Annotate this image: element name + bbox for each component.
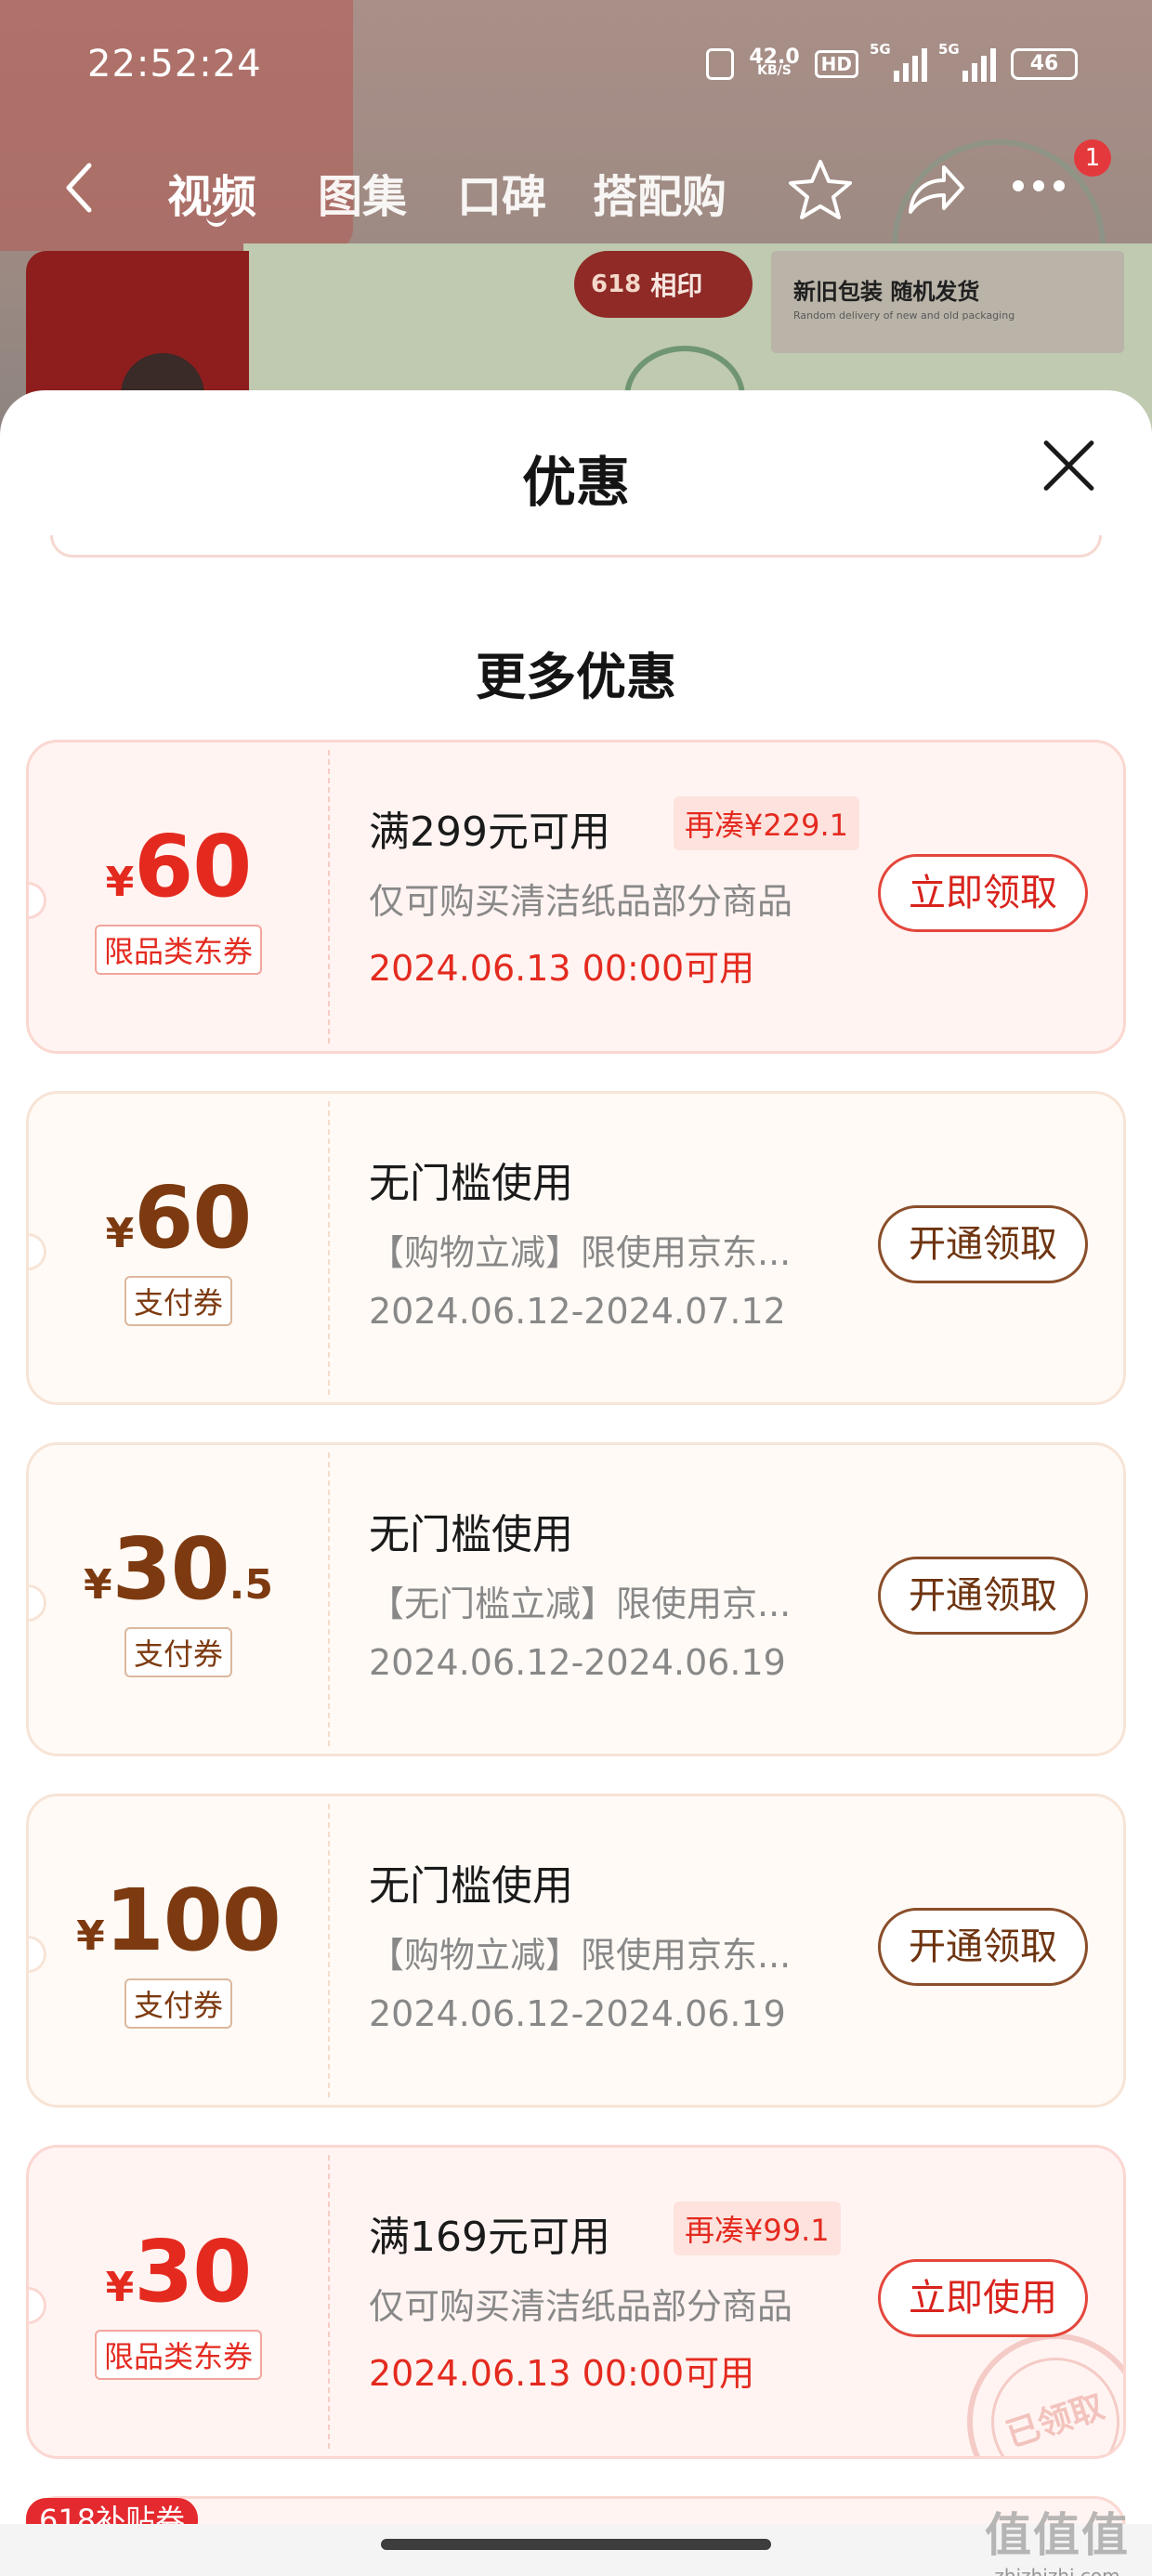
coupon-date: 2024.06.12-2024.06.19 <box>369 1642 786 1683</box>
network-speed: 42.0 KB/S <box>749 46 800 78</box>
coupon-condition: 无门槛使用 <box>369 1862 573 1910</box>
coupon-tag-area: 支付券 <box>29 1094 328 1402</box>
home-gesture-bar[interactable] <box>381 2539 771 2550</box>
coupon-type-tag: 支付券 <box>124 1978 233 2029</box>
activate-claim-button[interactable]: 开通领取 <box>878 1205 1088 1283</box>
coupon-divider <box>328 750 330 1044</box>
coupon-divider <box>328 1804 330 2097</box>
coupon-tag-area: 支付券 <box>29 1445 328 1754</box>
coupon-type-tag: 支付券 <box>124 1276 233 1326</box>
coupon-description: 【购物立减】限使用京东... <box>369 1232 792 1273</box>
coupon-description: 【购物立减】限使用京东... <box>369 1935 792 1976</box>
signal-label: 5G <box>870 41 891 58</box>
coupon-type-tag: 限品类东券 <box>94 925 263 975</box>
coupon-condition: 无门槛使用 <box>369 1160 573 1207</box>
top-nav: 视频 图集 口碑 搭配购 1 <box>0 139 1152 242</box>
signal-icon: 5G <box>870 41 927 82</box>
watermark: 值值值 zhizhizhi.com <box>985 2498 1130 2576</box>
coupon-type-tag: 限品类东券 <box>94 2330 263 2380</box>
coupon-card: 已领取 ¥30 限品类东券 满169元可用 再凑¥99.1 仅可购买清洁纸品部分… <box>26 2145 1126 2459</box>
brand-logo: 618 相印 <box>574 251 753 318</box>
coupon-description: 仅可购买清洁纸品部分商品 <box>369 2286 793 2327</box>
coupon-date: 2024.06.13 00:00可用 <box>369 2353 755 2394</box>
coupon-divider <box>328 1101 330 1395</box>
previous-coupon-edge <box>50 535 1102 558</box>
coupon-condition: 满169元可用 <box>369 2214 610 2261</box>
coupon-card: ¥60 限品类东券 满299元可用 再凑¥229.1 仅可购买清洁纸品部分商品 … <box>26 740 1126 1054</box>
claim-coupon-button[interactable]: 立即领取 <box>878 854 1088 932</box>
coupon-gap-pill: 再凑¥99.1 <box>674 2201 841 2255</box>
packaging-notice-subtitle: Random delivery of new and old packaging <box>793 309 1015 322</box>
status-time: 22:52:24 <box>87 43 262 85</box>
tab-gallery[interactable]: 图集 <box>318 160 407 225</box>
vibrate-icon <box>706 48 735 80</box>
watermark-logo: 值值值 <box>985 2508 1130 2562</box>
back-icon[interactable] <box>58 160 102 216</box>
battery-icon: 46 <box>1011 48 1078 80</box>
coupon-bottom-sheet: 优惠 更多优惠 ¥60 限品类东券 满299元可用 再凑¥229.1 仅可购买清… <box>0 390 1152 2528</box>
coupon-tag-area: 支付券 <box>29 1796 328 2105</box>
signal-icon-2: 5G <box>938 41 996 82</box>
activate-claim-button[interactable]: 开通领取 <box>878 1908 1088 1986</box>
signal-label-2: 5G <box>938 41 960 58</box>
more-icon[interactable] <box>1013 180 1065 191</box>
coupon-condition: 无门槛使用 <box>369 1511 573 1558</box>
coupon-divider <box>328 2155 330 2449</box>
favorite-star-icon[interactable] <box>786 156 855 223</box>
section-title: 更多优惠 <box>476 648 676 706</box>
coupon-date: 2024.06.12-2024.07.12 <box>369 1291 786 1332</box>
network-speed-unit: KB/S <box>757 63 792 78</box>
coupon-type-tag: 支付券 <box>124 1627 233 1677</box>
message-badge: 1 <box>1074 139 1111 177</box>
coupon-condition: 满299元可用 <box>369 808 610 856</box>
coupon-card: ¥100 支付券 无门槛使用 【购物立减】限使用京东... 2024.06.12… <box>26 1794 1126 2108</box>
claimed-stamp-text: 已领取 <box>975 2341 1123 2456</box>
hd-voice-icon: HD <box>814 50 858 78</box>
coupon-tag-area: 限品类东券 <box>29 2148 328 2456</box>
share-icon[interactable] <box>903 160 968 217</box>
tab-bundle[interactable]: 搭配购 <box>593 160 727 225</box>
status-icons: 42.0 KB/S HD 5G 5G 46 <box>706 41 1078 82</box>
coupon-card: ¥30.5 支付券 无门槛使用 【无门槛立减】限使用京... 2024.06.1… <box>26 1442 1126 1756</box>
watermark-domain: zhizhizhi.com <box>994 2565 1120 2576</box>
coupon-date: 2024.06.12-2024.06.19 <box>369 1993 786 2034</box>
coupon-tag-area: 限品类东券 <box>29 743 328 1051</box>
activate-claim-button[interactable]: 开通领取 <box>878 1557 1088 1635</box>
tab-reviews[interactable]: 口碑 <box>457 160 546 225</box>
status-bar: 22:52:24 42.0 KB/S HD 5G 5G 46 <box>0 0 1152 139</box>
use-now-button[interactable]: 立即使用 <box>878 2259 1088 2337</box>
coupon-date: 2024.06.13 00:00可用 <box>369 948 755 989</box>
coupon-card: ¥60 支付券 无门槛使用 【购物立减】限使用京东... 2024.06.12-… <box>26 1091 1126 1405</box>
network-speed-value: 42.0 <box>749 46 800 69</box>
sheet-title: 优惠 <box>521 451 630 514</box>
gesture-bar-area <box>0 2524 1152 2576</box>
close-icon[interactable] <box>1039 435 1100 496</box>
packaging-notice: 新旧包装 随机发货 Random delivery of new and old… <box>771 251 1124 353</box>
brand-name: 相印 <box>650 270 703 301</box>
coupon-gap-pill: 再凑¥229.1 <box>674 796 859 850</box>
coupon-description: 仅可购买清洁纸品部分商品 <box>369 881 793 922</box>
coupon-description: 【无门槛立减】限使用京... <box>369 1584 792 1624</box>
active-tab-indicator <box>206 216 227 227</box>
brand-618-label: 618 <box>591 270 642 298</box>
packaging-notice-title: 新旧包装 随机发货 <box>793 279 980 305</box>
coupon-divider <box>328 1452 330 1746</box>
